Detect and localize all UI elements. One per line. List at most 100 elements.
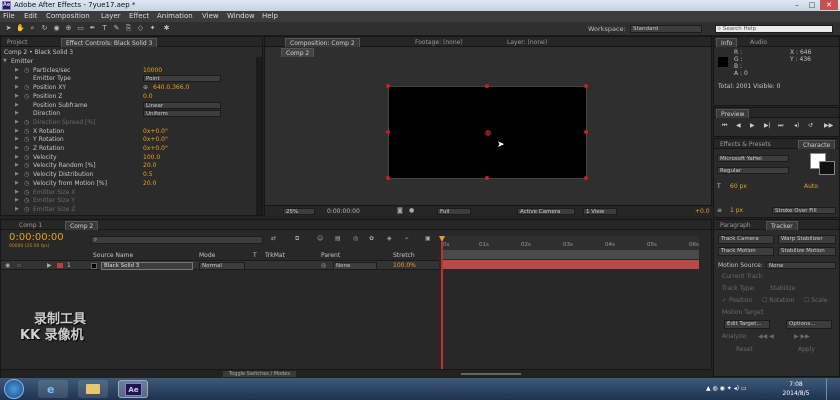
stopwatch-icon[interactable]: ◷	[24, 196, 29, 205]
tab-effect-controls[interactable]: Effect Controls: Black Solid 3	[61, 38, 158, 47]
expand-triangle-icon[interactable]: ▶	[15, 135, 19, 144]
expand-triangle-icon[interactable]: ▶	[15, 118, 19, 127]
property-value[interactable]: 0x+0.0°	[143, 144, 168, 153]
expand-triangle-icon[interactable]: ▶	[15, 179, 19, 188]
tracking-value[interactable]: Auto	[804, 183, 818, 190]
property-row[interactable]: ▼ Emitter	[1, 57, 256, 66]
layer-mode-select[interactable]: Normal	[199, 262, 245, 270]
font-size-value[interactable]: 60 px	[730, 183, 747, 190]
property-value[interactable]: 0x+0.0°	[143, 127, 168, 136]
apply-button[interactable]: Apply	[798, 346, 815, 353]
brainstorm-icon[interactable]: ✿	[369, 235, 374, 242]
expand-layer-icon[interactable]: ▶	[47, 262, 52, 269]
property-value[interactable]: 0.5	[143, 170, 153, 179]
brush-tool-icon[interactable]: ✎	[112, 24, 121, 33]
expand-triangle-icon[interactable]: ▶	[15, 92, 19, 101]
comp-mini-flowchart-icon[interactable]: ⇄	[271, 235, 276, 242]
tab-timeline-comp-1[interactable]: Comp 1	[15, 221, 46, 230]
property-select[interactable]: Uniform	[143, 110, 221, 118]
handle-top-right[interactable]	[584, 84, 588, 88]
analyze-back-icon[interactable]: ◀◀ ◀	[758, 333, 774, 340]
stopwatch-icon[interactable]: ◷	[24, 188, 29, 197]
timeline-settings-icon[interactable]: ▣	[425, 235, 431, 242]
composition-canvas[interactable]: ➤	[386, 84, 588, 180]
property-row[interactable]: ▶ Direction Uniform	[1, 109, 256, 118]
property-row[interactable]: ▶ ◷ X Rotation 0x+0.0°	[1, 127, 256, 136]
property-row[interactable]: ▶ Emitter Type Point	[1, 74, 256, 83]
start-button[interactable]	[4, 379, 24, 399]
stopwatch-icon[interactable]: ◷	[24, 161, 29, 170]
handle-bottom-left[interactable]	[386, 176, 390, 180]
property-value[interactable]: 640.0,366.0	[153, 83, 189, 92]
last-frame-icon[interactable]: ⏭	[778, 122, 783, 130]
selection-tool-icon[interactable]: ➤	[4, 24, 13, 33]
resolution-select[interactable]: Full	[437, 208, 471, 215]
camera-tool-icon[interactable]: ◉	[52, 24, 61, 33]
property-value[interactable]: 0x+0.0°	[143, 135, 168, 144]
expand-triangle-icon[interactable]: ▶	[15, 196, 19, 205]
stabilize-motion-button[interactable]: Stabilize Motion	[778, 247, 836, 256]
handle-top-mid[interactable]	[485, 84, 489, 88]
draft-3d-icon[interactable]: ⧉	[295, 235, 299, 243]
expand-triangle-icon[interactable]: ▶	[15, 170, 19, 179]
workspace-select[interactable]: Standard	[630, 25, 702, 33]
comp-timecode[interactable]: 0:00:00:00	[327, 208, 360, 215]
property-select[interactable]: Linear	[143, 101, 221, 109]
stopwatch-icon[interactable]: ◷	[24, 118, 29, 127]
stopwatch-icon[interactable]: ◷	[24, 83, 29, 92]
channel-icon[interactable]: ●	[409, 207, 414, 214]
property-row[interactable]: ▶ ◷ Particles/sec 10000	[1, 66, 256, 75]
tab-project[interactable]: Project	[3, 38, 32, 47]
expand-triangle-icon[interactable]: ▶	[15, 205, 19, 214]
track-motion-button[interactable]: Track Motion	[718, 247, 774, 256]
property-select[interactable]: Point	[143, 75, 221, 83]
auto-keyframe-icon[interactable]: ◈	[387, 235, 392, 242]
property-row[interactable]: ▶ ◷ Emitter Size Y	[1, 196, 256, 205]
tab-layer[interactable]: Layer: (none)	[503, 38, 551, 47]
menu-composition[interactable]: Composition	[46, 12, 90, 20]
tab-info[interactable]: Info	[716, 38, 738, 47]
expand-triangle-icon[interactable]: ▶	[15, 109, 19, 118]
property-row[interactable]: ▶ ◷ Emitter Size X	[1, 188, 256, 197]
rotation-tool-icon[interactable]: ↻	[40, 24, 49, 33]
edit-target-button[interactable]: Edit Target...	[724, 320, 770, 329]
motion-source-select[interactable]: None	[766, 262, 836, 269]
layer-parent-select[interactable]: None	[333, 262, 377, 270]
zoom-tool-icon[interactable]: ⌕	[28, 24, 37, 33]
menu-window[interactable]: Window	[227, 12, 255, 20]
search-help-input[interactable]: ⌕ Search Help	[715, 25, 833, 33]
property-value[interactable]: 10000	[143, 66, 162, 75]
property-row[interactable]: ▶ ◷ Z Rotation 0x+0.0°	[1, 144, 256, 153]
scale-checkbox[interactable]: ☐ Scale	[804, 297, 827, 304]
expand-triangle-icon[interactable]: ▶	[15, 74, 19, 83]
stopwatch-icon[interactable]: ◷	[24, 153, 29, 162]
views-select[interactable]: 1 View	[583, 208, 617, 215]
stopwatch-icon[interactable]: ◷	[24, 92, 29, 101]
timeline-timecode[interactable]: 0:00:00:00	[9, 232, 64, 243]
expand-triangle-icon[interactable]: ▶	[15, 188, 19, 197]
rotation-checkbox[interactable]: ☐ Rotation	[762, 297, 794, 304]
work-area-bar[interactable]	[441, 250, 699, 259]
menu-file[interactable]: File	[3, 12, 15, 20]
property-row[interactable]: ▶ ◷ Direction Spread [%]	[1, 118, 256, 127]
tab-composition[interactable]: Composition: Comp 2	[285, 38, 360, 47]
analyze-forward-icon[interactable]: ▶ ▶▶	[794, 333, 810, 340]
handle-mid-left[interactable]	[386, 130, 390, 134]
visibility-icon[interactable]: ◉	[5, 262, 10, 269]
property-row[interactable]: ▶ ◷ Velocity Random [%] 20.0	[1, 161, 256, 170]
expand-triangle-icon[interactable]: ▶	[15, 161, 19, 170]
tab-effects-presets[interactable]: Effects & Presets	[716, 140, 775, 149]
label-color-swatch[interactable]	[57, 263, 63, 268]
property-row[interactable]: ▶ ◷ Position Z 0.0	[1, 92, 256, 101]
property-value[interactable]: 100.0	[143, 153, 160, 162]
property-value[interactable]: 0.0	[143, 92, 153, 101]
stroke-color-swatch[interactable]	[819, 161, 835, 175]
menu-layer[interactable]: Layer	[101, 12, 121, 20]
pen-tool-icon[interactable]: ✒	[88, 24, 97, 33]
property-value[interactable]: 20.0	[143, 161, 156, 170]
handle-bottom-right[interactable]	[584, 176, 588, 180]
menu-animation[interactable]: Animation	[157, 12, 193, 20]
zoom-select[interactable]: 25%	[283, 208, 315, 215]
current-time-indicator[interactable]	[441, 242, 443, 376]
timeline-zoom-slider[interactable]	[461, 373, 521, 375]
